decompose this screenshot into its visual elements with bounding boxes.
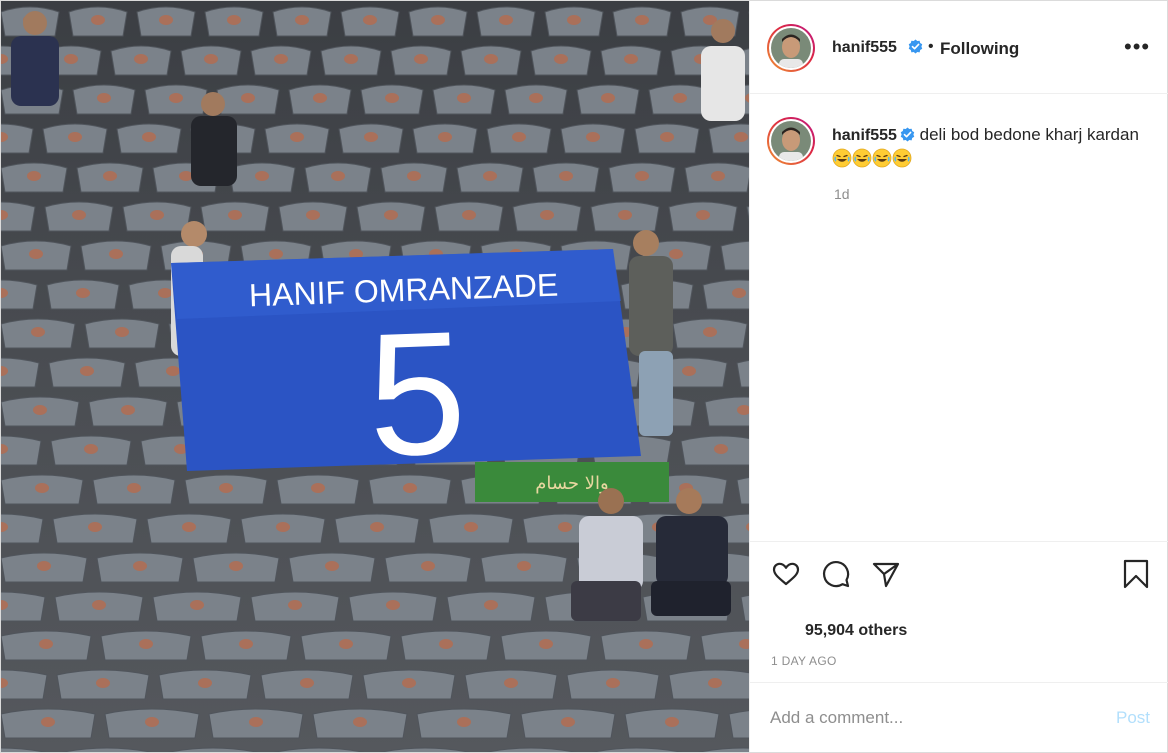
- caption-username[interactable]: hanif555: [832, 127, 897, 144]
- post-date[interactable]: 1 DAY AGO: [771, 654, 837, 668]
- fan-top-1: [191, 92, 237, 186]
- heart-icon[interactable]: [770, 558, 802, 590]
- caption-text-block: hanif555 deli bod bedone kharj kardan: [832, 123, 1152, 172]
- laughing-emoji-icon: [872, 148, 892, 168]
- fan-right: [629, 230, 673, 436]
- laughing-emoji-icon: [852, 148, 872, 168]
- instagram-post: HANIF OMRANZADE 5 والا حسام hanif555 • F…: [0, 0, 1168, 753]
- verified-badge-icon: [908, 39, 923, 54]
- add-comment-bar: Post: [750, 682, 1168, 752]
- more-options-icon[interactable]: •••: [1124, 36, 1150, 58]
- profile-picture: [771, 121, 811, 161]
- fan-top-3: [701, 19, 745, 121]
- bookmark-icon[interactable]: [1120, 558, 1152, 590]
- post-header: hanif555 • Following •••: [750, 1, 1168, 94]
- post-photo[interactable]: HANIF OMRANZADE 5 والا حسام: [1, 1, 749, 752]
- laughing-emoji-row: [832, 148, 912, 169]
- share-icon[interactable]: [870, 558, 902, 590]
- laughing-emoji-icon: [892, 148, 912, 168]
- post-side-panel: hanif555 • Following ••• hanif555 deli b…: [749, 1, 1168, 752]
- banner-layer: HANIF OMRANZADE 5 والا حسام: [11, 11, 745, 621]
- profile-picture: [771, 28, 811, 68]
- post-comment-button[interactable]: Post: [1116, 708, 1150, 728]
- following-button[interactable]: Following: [940, 39, 1019, 59]
- caption-text: deli bod bedone kharj kardan: [914, 125, 1139, 144]
- caption-avatar[interactable]: [767, 117, 815, 165]
- comment-icon[interactable]: [820, 558, 852, 590]
- separator-dot: •: [928, 38, 934, 55]
- avatar[interactable]: [767, 24, 815, 72]
- laughing-emoji-icon: [832, 148, 852, 168]
- seated-fan-1: [571, 488, 643, 621]
- seated-fan-2: [651, 488, 731, 616]
- verified-badge-icon: [900, 127, 915, 142]
- comment-time[interactable]: 1d: [834, 186, 850, 202]
- likes-count[interactable]: 95,904 others: [805, 622, 907, 640]
- action-bar: [750, 541, 1168, 601]
- fan-top-2: [11, 11, 59, 106]
- banner-number-text: 5: [365, 295, 469, 493]
- post-author-username[interactable]: hanif555: [832, 39, 897, 57]
- green-banner-text: والا حسام: [535, 473, 609, 494]
- comment-input[interactable]: [770, 705, 1090, 731]
